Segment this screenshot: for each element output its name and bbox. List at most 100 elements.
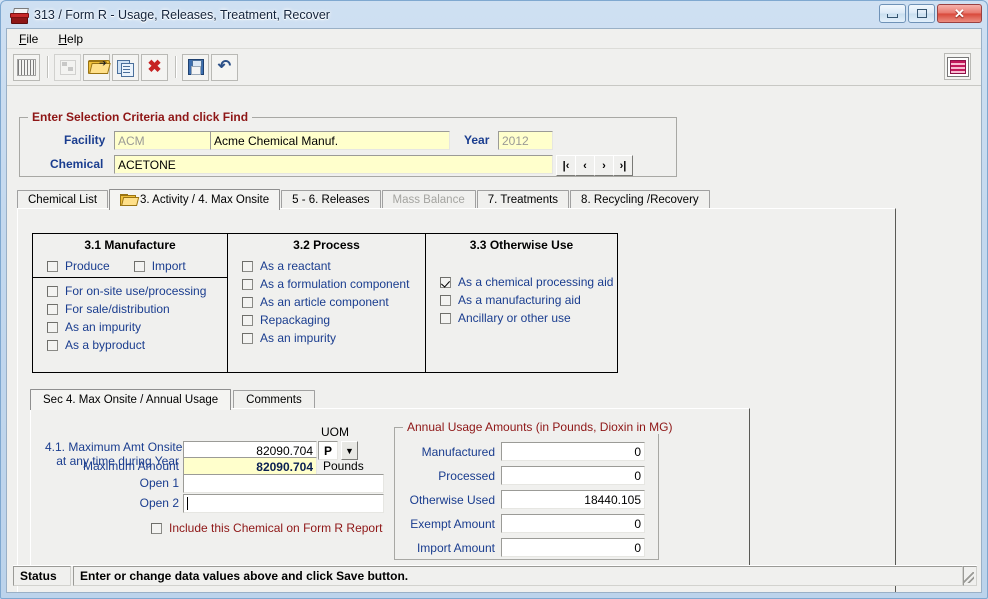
uom-input[interactable]: P	[318, 441, 338, 460]
checkbox-formulation-component[interactable]: As a formulation component	[228, 275, 425, 293]
checkbox-import[interactable]: Import	[133, 257, 186, 275]
checkbox-reactant[interactable]: As a reactant	[228, 257, 425, 275]
find-records-icon	[59, 59, 76, 75]
otherwise-used-input[interactable]: 18440.105	[501, 490, 645, 509]
checkbox-box	[133, 260, 145, 272]
checkbox-onsite-use[interactable]: For on-site use/processing	[33, 282, 227, 300]
subtab-label: Comments	[246, 394, 302, 406]
checkbox-byproduct[interactable]: As a byproduct	[33, 336, 227, 354]
checkbox-manufacturing-aid[interactable]: As a manufacturing aid	[426, 291, 617, 309]
copy-button[interactable]	[112, 53, 139, 81]
checkbox-label: As an impurity	[65, 320, 142, 334]
checkbox-article-component[interactable]: As an article component	[228, 293, 425, 311]
record-navigator: |‹ ‹ › ›|	[556, 155, 633, 176]
checkbox-box	[440, 312, 451, 324]
uom-label: UOM	[321, 425, 349, 439]
barcode-button[interactable]	[13, 53, 40, 81]
grid-table-icon	[946, 56, 969, 77]
maximum-amount-units: Pounds	[323, 459, 364, 473]
checkbox-repackaging[interactable]: Repackaging	[228, 311, 425, 329]
facility-name-input[interactable]: Acme Chemical Manuf.	[210, 131, 450, 150]
checkbox-impurity-process[interactable]: As an impurity	[228, 329, 425, 347]
tab-label: 7. Treatments	[487, 194, 559, 206]
checkbox-impurity-manufacture[interactable]: As an impurity	[33, 318, 227, 336]
toolbar: ➔ ✖ ↶	[7, 49, 981, 86]
open-folder-icon: ➔	[87, 59, 111, 74]
exempt-amount-input[interactable]: 0	[501, 514, 645, 533]
previous-record-button[interactable]: ‹	[575, 155, 595, 176]
delete-x-icon: ✖	[147, 57, 162, 76]
tab-chemical-list[interactable]: Chemical List	[17, 190, 109, 209]
otherwise-use-panel: 3.3 Otherwise Use As a chemical processi…	[425, 234, 617, 372]
process-title: 3.2 Process	[293, 238, 360, 252]
tab-releases[interactable]: 5 - 6. Releases	[281, 190, 381, 209]
subtab-label: Sec 4. Max Onsite / Annual Usage	[43, 394, 219, 406]
checkbox-ancillary-other-use[interactable]: Ancillary or other use	[426, 309, 617, 327]
undo-button[interactable]: ↶	[211, 53, 238, 81]
checkbox-box	[242, 314, 253, 326]
tab-mass-balance[interactable]: Mass Balance	[381, 190, 476, 209]
menu-help[interactable]: Help	[54, 31, 93, 47]
resize-grip[interactable]	[963, 566, 977, 586]
checkbox-box	[440, 276, 451, 288]
checkbox-label: Ancillary or other use	[458, 311, 571, 325]
checkbox-label: As a chemical processing aid	[458, 275, 614, 289]
maximize-button[interactable]	[908, 4, 935, 23]
next-record-button[interactable]: ›	[594, 155, 614, 176]
checkbox-sale-distribution[interactable]: For sale/distribution	[33, 300, 227, 318]
checkbox-box	[440, 294, 451, 306]
find-button[interactable]	[54, 53, 81, 81]
selection-criteria-title: Enter Selection Criteria and click Find	[28, 110, 253, 124]
first-record-button[interactable]: |‹	[556, 155, 576, 176]
tab-treatments[interactable]: 7. Treatments	[476, 190, 570, 209]
checkbox-include-on-form-r[interactable]: Include this Chemical on Form R Report	[151, 521, 382, 535]
year-input[interactable]: 2012	[498, 131, 553, 150]
minimize-icon	[887, 13, 898, 18]
otherwise-used-label: Otherwise Used	[409, 492, 495, 507]
status-bar: Status Enter or change data values above…	[13, 565, 977, 586]
checkbox-label: As an article component	[260, 295, 389, 309]
annual-usage-row: Import Amount 0	[395, 538, 646, 557]
report-grid-button[interactable]	[944, 53, 971, 80]
import-amount-input[interactable]: 0	[501, 538, 645, 557]
processed-input[interactable]: 0	[501, 466, 645, 485]
subtab-max-onsite-annual-usage[interactable]: Sec 4. Max Onsite / Annual Usage	[30, 389, 232, 410]
menu-file[interactable]: File	[15, 31, 48, 47]
open-button[interactable]: ➔	[83, 53, 111, 81]
last-record-button[interactable]: ›|	[613, 155, 633, 176]
annual-usage-row: Otherwise Used 18440.105	[395, 490, 646, 509]
uom-dropdown-button[interactable]: ▼	[341, 441, 358, 460]
tab-label: 8. Recycling /Recovery	[581, 194, 699, 206]
minimize-button[interactable]	[879, 4, 906, 23]
chemical-label: Chemical	[50, 157, 104, 171]
manufactured-input[interactable]: 0	[501, 442, 645, 461]
facility-code-input[interactable]: ACM	[114, 131, 218, 150]
tab-recycling-recovery[interactable]: 8. Recycling /Recovery	[570, 190, 710, 209]
open2-input[interactable]	[183, 494, 384, 513]
manufacture-panel: 3.1 Manufacture Produce Import For on-si…	[33, 234, 227, 372]
checkbox-produce[interactable]: Produce	[47, 257, 110, 275]
annual-usage-row: Processed 0	[395, 466, 646, 485]
application-window: 313 / Form R - Usage, Releases, Treatmen…	[0, 0, 988, 599]
processed-label: Processed	[438, 468, 495, 483]
delete-button[interactable]: ✖	[141, 53, 168, 81]
activity-page-panel: 3.1 Manufacture Produce Import For on-si…	[17, 208, 896, 592]
close-button[interactable]: ✕	[937, 4, 982, 23]
activity-section: 3.1 Manufacture Produce Import For on-si…	[32, 233, 618, 373]
manufacture-title: 3.1 Manufacture	[84, 238, 176, 252]
checkbox-box	[47, 260, 58, 272]
tab-label: 3. Activity / 4. Max Onsite	[140, 194, 270, 206]
checkbox-box	[47, 285, 58, 297]
text-cursor	[187, 497, 188, 510]
annual-usage-row: Manufactured 0	[395, 442, 646, 461]
checkbox-chemical-processing-aid[interactable]: As a chemical processing aid	[426, 273, 617, 291]
checkbox-box	[242, 278, 253, 290]
open1-input[interactable]	[183, 474, 384, 493]
tab-activity-max-onsite[interactable]: 3. Activity / 4. Max Onsite	[109, 189, 281, 210]
checkbox-box	[47, 321, 58, 333]
status-message: Enter or change data values above and cl…	[73, 566, 963, 586]
save-button[interactable]	[182, 53, 209, 81]
copy-icon	[117, 59, 134, 77]
subtab-comments[interactable]: Comments	[233, 390, 315, 409]
chemical-input[interactable]: ACETONE	[114, 155, 553, 174]
